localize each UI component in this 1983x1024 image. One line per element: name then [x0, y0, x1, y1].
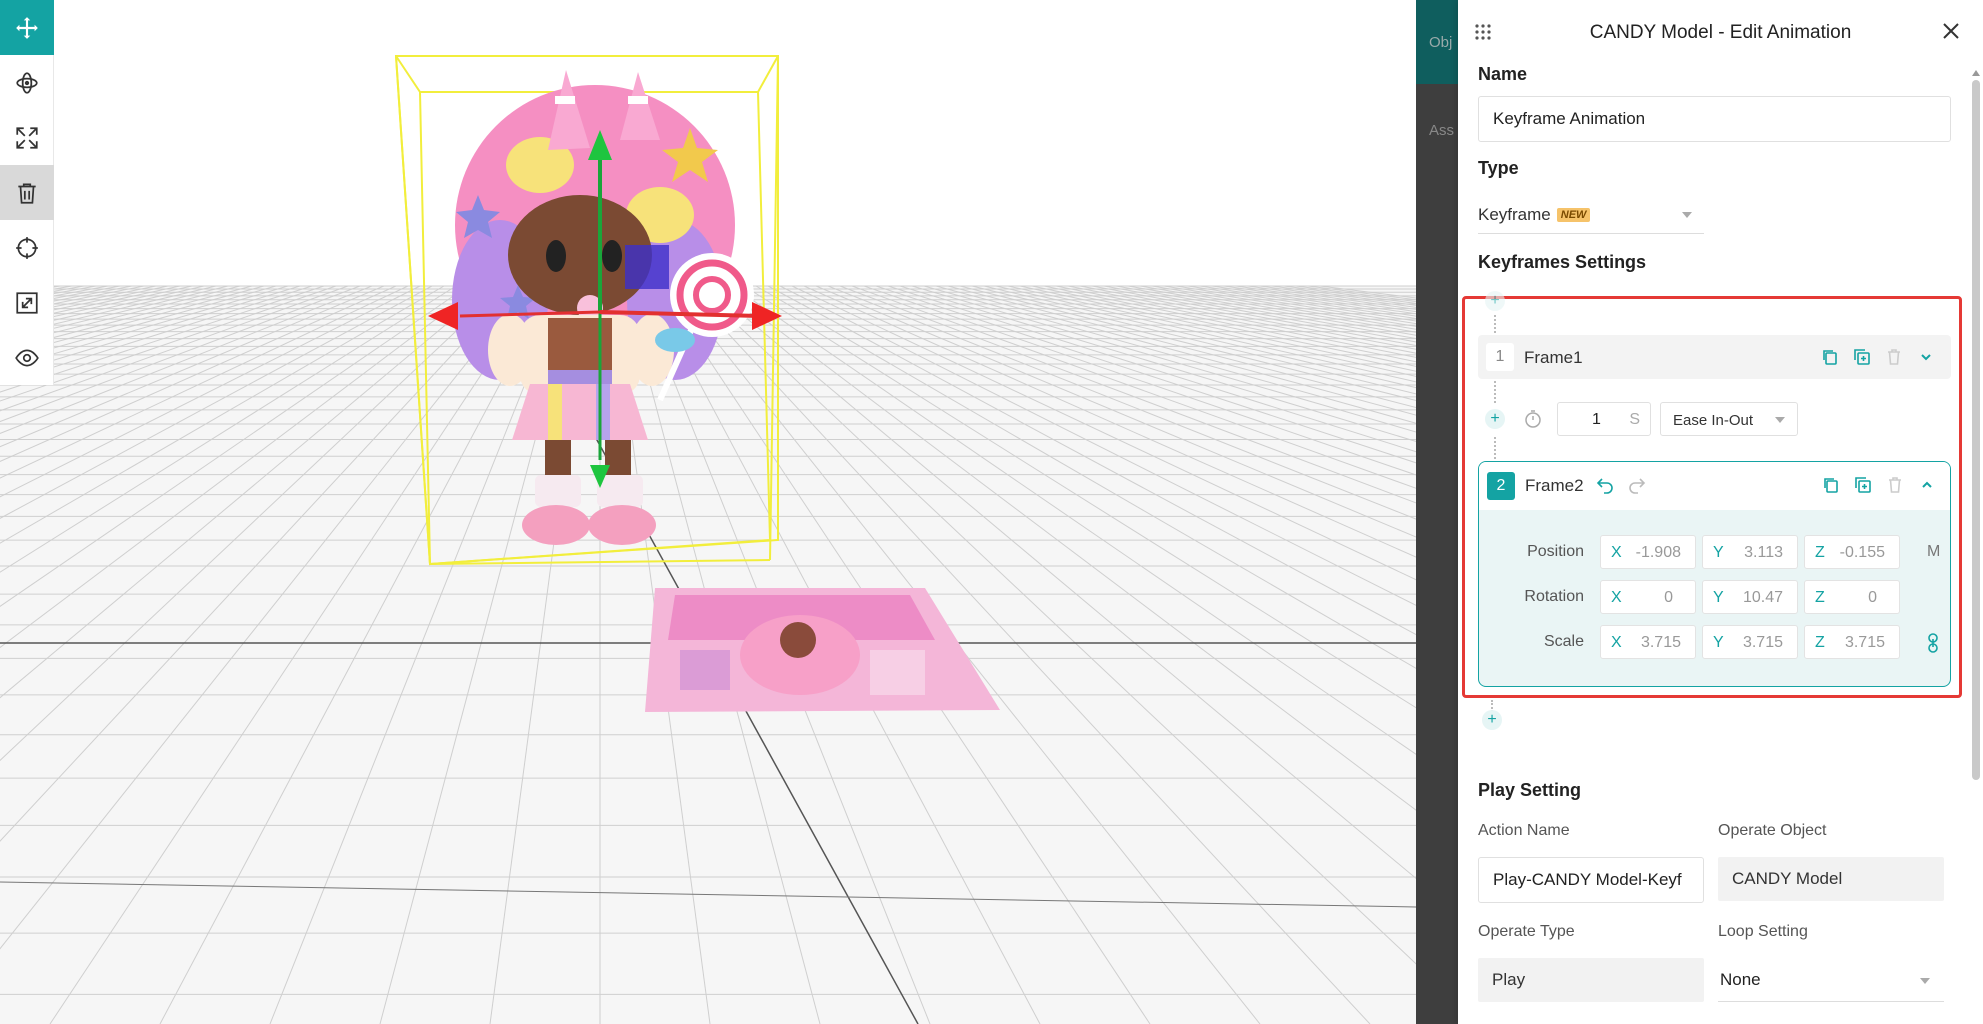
fit-view-button[interactable] — [0, 275, 54, 330]
scale-y-input[interactable]: Y 3.715 — [1702, 625, 1798, 659]
frame-name: Frame2 — [1525, 476, 1584, 495]
undo-icon[interactable] — [1595, 474, 1615, 494]
position-x-input[interactable]: X -1.908 — [1600, 535, 1696, 569]
rotation-label: Rotation — [1524, 588, 1584, 605]
frame-row-1[interactable]: 1 Frame1 — [1478, 335, 1951, 379]
chevron-down-icon[interactable] — [1916, 347, 1936, 367]
move-icon — [16, 16, 38, 39]
background-panel: Obj Ass — [1416, 0, 1458, 1024]
background-tab-bar: Obj — [1416, 0, 1458, 84]
duration-input[interactable]: 1 S — [1557, 402, 1651, 436]
panel-scrollbar-thumb[interactable] — [1972, 80, 1980, 780]
name-input[interactable]: Keyframe Animation — [1478, 96, 1951, 142]
duplicate-icon[interactable] — [1852, 347, 1872, 367]
type-value: Keyframe — [1478, 204, 1551, 224]
position-unit: M — [1927, 543, 1941, 560]
operate-type-field[interactable]: Play — [1478, 958, 1704, 1002]
scene-canvas[interactable] — [0, 0, 1416, 1024]
scale-x-input[interactable]: X 3.715 — [1600, 625, 1696, 659]
link-scale-icon[interactable] — [1922, 632, 1944, 654]
loop-setting-label: Loop Setting — [1718, 923, 1808, 940]
chevron-down-icon — [1920, 978, 1930, 984]
chevron-down-icon — [1775, 417, 1785, 423]
chevron-down-icon — [1682, 212, 1692, 218]
rotate-icon — [16, 71, 38, 94]
frame-index: 1 — [1486, 343, 1514, 371]
easing-select[interactable]: Ease In-Out — [1660, 402, 1798, 436]
scale-z-input[interactable]: Z 3.715 — [1804, 625, 1900, 659]
visibility-button[interactable] — [0, 330, 54, 385]
timer-icon — [1525, 410, 1541, 428]
edit-animation-panel: CANDY Model - Edit Animation Name Keyfra… — [1458, 0, 1983, 1024]
type-label: Type — [1478, 158, 1519, 178]
frame-index: 2 — [1487, 472, 1515, 500]
position-label: Position — [1527, 543, 1584, 560]
position-z-input[interactable]: Z -0.155 — [1804, 535, 1900, 569]
panel-title: CANDY Model - Edit Animation — [1589, 22, 1852, 43]
add-frame-button[interactable]: + — [1485, 409, 1505, 429]
3d-viewport[interactable] — [0, 0, 1416, 1024]
duration-value: 1 — [1592, 411, 1601, 428]
operate-object-field: CANDY Model — [1718, 857, 1944, 901]
operate-type-label: Operate Type — [1478, 923, 1575, 940]
frame-2-header[interactable]: 2 Frame2 — [1479, 462, 1950, 510]
action-name-input[interactable]: Play-CANDY Model-Keyf — [1478, 857, 1704, 903]
add-frame-button-bottom[interactable]: + — [1482, 710, 1502, 730]
keyframes-settings-label: Keyframes Settings — [1478, 252, 1647, 272]
eye-icon — [15, 349, 39, 366]
fit-icon — [16, 291, 38, 314]
duration-unit: S — [1629, 411, 1640, 428]
trash-icon[interactable] — [1884, 347, 1904, 367]
name-label: Name — [1478, 64, 1528, 84]
add-frame-button-top[interactable]: + — [1485, 291, 1505, 311]
scale-tool-button[interactable] — [0, 110, 54, 165]
type-select[interactable]: Keyframe NEW — [1478, 196, 1704, 234]
scale-icon — [16, 126, 38, 149]
copy-icon[interactable] — [1821, 475, 1841, 495]
panel-header[interactable]: CANDY Model - Edit Animation — [1458, 0, 1983, 66]
close-icon[interactable] — [1941, 21, 1961, 41]
operate-object-label: Operate Object — [1718, 822, 1827, 839]
trash-icon — [18, 182, 36, 204]
viewport-toolbar — [0, 0, 54, 385]
easing-value: Ease In-Out — [1673, 412, 1754, 429]
loop-setting-select[interactable]: None — [1718, 958, 1944, 1002]
delete-tool-button[interactable] — [0, 165, 54, 220]
background-assets-label[interactable]: Ass — [1429, 122, 1454, 139]
move-tool-button[interactable] — [0, 0, 54, 55]
play-setting-heading: Play Setting — [1478, 780, 1582, 800]
focus-tool-button[interactable] — [0, 220, 54, 275]
chevron-up-icon[interactable] — [1917, 475, 1937, 495]
frame-row-2[interactable]: 2 Frame2 Position X -1.908 Y 3.113 Z -0.155… — [1478, 461, 1951, 687]
background-tab-label[interactable]: Obj — [1429, 34, 1452, 51]
keyframes-list: + 1 Frame1 + 1 S Ease In-Out 2 Frame2 Po… — [1462, 291, 1962, 698]
rotation-y-input[interactable]: Y 10.47 — [1702, 580, 1798, 614]
rotate-tool-button[interactable] — [0, 55, 54, 110]
copy-icon[interactable] — [1820, 347, 1840, 367]
target-icon — [16, 236, 38, 259]
position-y-input[interactable]: Y 3.113 — [1702, 535, 1798, 569]
trash-icon[interactable] — [1885, 475, 1905, 495]
rotation-z-input[interactable]: Z0 — [1804, 580, 1900, 614]
rotation-x-input[interactable]: X0 — [1600, 580, 1696, 614]
scale-label: Scale — [1543, 633, 1584, 650]
new-badge: NEW — [1556, 207, 1591, 222]
action-name-label: Action Name — [1478, 822, 1570, 839]
duplicate-icon[interactable] — [1853, 475, 1873, 495]
redo-icon[interactable] — [1627, 474, 1647, 494]
frame-name: Frame1 — [1524, 348, 1583, 367]
loop-setting-value: None — [1720, 969, 1761, 989]
